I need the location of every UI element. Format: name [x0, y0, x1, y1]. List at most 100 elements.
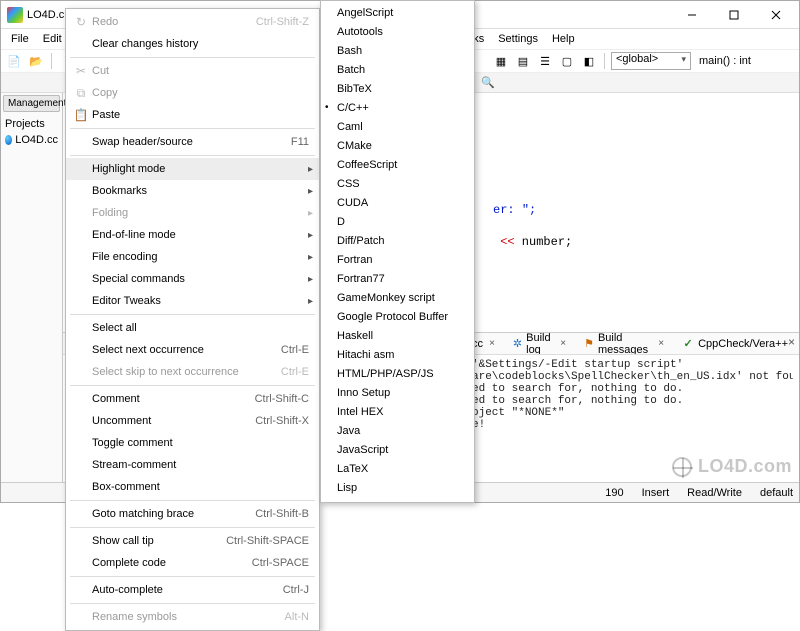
- menu-item-label: Bookmarks: [92, 185, 309, 197]
- menu-item-label: Highlight mode: [92, 163, 309, 175]
- menu-item-shortcut: Ctrl-SPACE: [252, 557, 309, 569]
- redo-icon: ↻: [70, 15, 92, 29]
- highlight-mode-item[interactable]: JavaScript: [321, 440, 474, 459]
- highlight-mode-item[interactable]: Fortran: [321, 250, 474, 269]
- highlight-mode-item[interactable]: Diff/Patch: [321, 231, 474, 250]
- menu-item-label: Comment: [92, 393, 255, 405]
- menu-item[interactable]: Complete codeCtrl-SPACE: [66, 552, 319, 574]
- tab-close-icon[interactable]: ×: [656, 338, 664, 349]
- close-button[interactable]: [755, 2, 797, 28]
- highlight-mode-item[interactable]: GameMonkey script: [321, 288, 474, 307]
- cut-icon: ✂: [70, 64, 92, 78]
- menu-item[interactable]: Editor Tweaks: [66, 290, 319, 312]
- project-item[interactable]: LO4D.cc: [1, 132, 62, 148]
- menu-item[interactable]: Stream-comment: [66, 454, 319, 476]
- highlight-mode-item[interactable]: CMake: [321, 136, 474, 155]
- menu-item-label: Select next occurrence: [92, 344, 281, 356]
- toolbar-icon[interactable]: ▤: [514, 52, 532, 70]
- menu-item[interactable]: Show call tipCtrl-Shift-SPACE: [66, 530, 319, 552]
- menu-item[interactable]: Goto matching braceCtrl-Shift-B: [66, 503, 319, 525]
- status-readwrite: Read/Write: [687, 487, 742, 499]
- highlight-mode-item[interactable]: HTML/PHP/ASP/JS: [321, 364, 474, 383]
- search-icon[interactable]: 🔍: [481, 76, 495, 89]
- menu-file[interactable]: File: [5, 31, 35, 47]
- menu-item[interactable]: Special commands: [66, 268, 319, 290]
- open-file-icon[interactable]: 📂: [27, 52, 45, 70]
- highlight-mode-item[interactable]: BibTeX: [321, 79, 474, 98]
- menu-item[interactable]: Select next occurrenceCtrl-E: [66, 339, 319, 361]
- highlight-mode-item[interactable]: Inno Setup: [321, 383, 474, 402]
- gear-icon: ✲: [513, 338, 522, 350]
- highlight-mode-item[interactable]: Lisp: [321, 478, 474, 497]
- menu-help[interactable]: Help: [546, 31, 581, 47]
- menu-item[interactable]: UncommentCtrl-Shift-X: [66, 410, 319, 432]
- toolbar-icon[interactable]: ▦: [492, 52, 510, 70]
- menu-item-label: Clear changes history: [92, 38, 309, 50]
- menu-edit[interactable]: Edit: [37, 31, 68, 47]
- menu-item: ⧉Copy: [66, 82, 319, 104]
- highlight-mode-item[interactable]: Haskell: [321, 326, 474, 345]
- paste-icon: 📋: [70, 108, 92, 122]
- projects-label: Projects: [1, 114, 62, 132]
- sidebar: Management Projects LO4D.cc: [1, 93, 63, 482]
- menu-item-label: Cut: [92, 65, 309, 77]
- menu-item[interactable]: Box-comment: [66, 476, 319, 498]
- bottom-tab-build-log[interactable]: ✲ Build log ×: [506, 333, 573, 355]
- management-tab[interactable]: Management: [3, 95, 60, 112]
- highlight-mode-item[interactable]: LaTeX: [321, 459, 474, 478]
- menu-item: Rename symbolsAlt-N: [66, 606, 319, 628]
- maximize-button[interactable]: [713, 2, 755, 28]
- menu-item-label: Toggle comment: [92, 437, 309, 449]
- tab-close-icon[interactable]: ×: [558, 338, 566, 349]
- highlight-mode-item[interactable]: CUDA: [321, 193, 474, 212]
- bottom-tab-build-messages[interactable]: ⚑Build messages×: [577, 333, 671, 355]
- menu-item[interactable]: Toggle comment: [66, 432, 319, 454]
- menu-item-label: Swap header/source: [92, 136, 291, 148]
- highlight-mode-item[interactable]: Java: [321, 421, 474, 440]
- bottom-panel-close-icon[interactable]: ×: [788, 335, 795, 349]
- menu-item[interactable]: 📋Paste: [66, 104, 319, 126]
- edit-context-menu[interactable]: ↻RedoCtrl-Shift-ZClear changes history✂C…: [65, 8, 320, 631]
- menu-item[interactable]: File encoding: [66, 246, 319, 268]
- highlight-mode-item[interactable]: C/C++: [321, 98, 474, 117]
- code-text: er:: [493, 203, 522, 217]
- highlight-mode-item[interactable]: AngelScript: [321, 3, 474, 22]
- highlight-mode-item[interactable]: CSS: [321, 174, 474, 193]
- highlight-mode-item[interactable]: D: [321, 212, 474, 231]
- scope-combo[interactable]: <global>: [611, 52, 691, 70]
- highlight-mode-item[interactable]: Bash: [321, 41, 474, 60]
- bottom-tab-label: Build log: [526, 333, 554, 355]
- highlight-mode-item[interactable]: CoffeeScript: [321, 155, 474, 174]
- menu-item[interactable]: Bookmarks: [66, 180, 319, 202]
- menu-item-label: Editor Tweaks: [92, 295, 309, 307]
- menu-item-shortcut: Ctrl-Shift-SPACE: [226, 535, 309, 547]
- bottom-tab-cppcheck[interactable]: ✓CppCheck/Vera++: [675, 335, 795, 353]
- function-indicator[interactable]: main() : int: [695, 55, 751, 67]
- menu-item-shortcut: Ctrl-Shift-C: [255, 393, 309, 405]
- highlight-mode-item[interactable]: Batch: [321, 60, 474, 79]
- menu-item[interactable]: Swap header/sourceF11: [66, 131, 319, 153]
- minimize-button[interactable]: [671, 2, 713, 28]
- menu-settings[interactable]: Settings: [492, 31, 544, 47]
- highlight-mode-item[interactable]: Fortran77: [321, 269, 474, 288]
- highlight-mode-item[interactable]: Intel HEX: [321, 402, 474, 421]
- toolbar-icon[interactable]: ◧: [580, 52, 598, 70]
- menu-item[interactable]: CommentCtrl-Shift-C: [66, 388, 319, 410]
- menu-item[interactable]: End-of-line mode: [66, 224, 319, 246]
- new-file-icon[interactable]: 📄: [5, 52, 23, 70]
- menu-item-label: Stream-comment: [92, 459, 309, 471]
- menu-item-label: Rename symbols: [92, 611, 285, 623]
- highlight-mode-submenu[interactable]: AngelScriptAutotoolsBashBatchBibTeXC/C++…: [320, 0, 475, 503]
- tab-close-icon[interactable]: ×: [487, 338, 495, 349]
- menu-item[interactable]: Select all: [66, 317, 319, 339]
- highlight-mode-item[interactable]: Hitachi asm: [321, 345, 474, 364]
- highlight-mode-item[interactable]: Lua: [321, 497, 474, 503]
- highlight-mode-item[interactable]: Caml: [321, 117, 474, 136]
- highlight-mode-item[interactable]: Autotools: [321, 22, 474, 41]
- toolbar-icon[interactable]: ▢: [558, 52, 576, 70]
- menu-item[interactable]: Auto-completeCtrl-J: [66, 579, 319, 601]
- highlight-mode-item[interactable]: Google Protocol Buffer: [321, 307, 474, 326]
- toolbar-icon[interactable]: ☰: [536, 52, 554, 70]
- menu-item[interactable]: Clear changes history: [66, 33, 319, 55]
- menu-item[interactable]: Highlight mode: [66, 158, 319, 180]
